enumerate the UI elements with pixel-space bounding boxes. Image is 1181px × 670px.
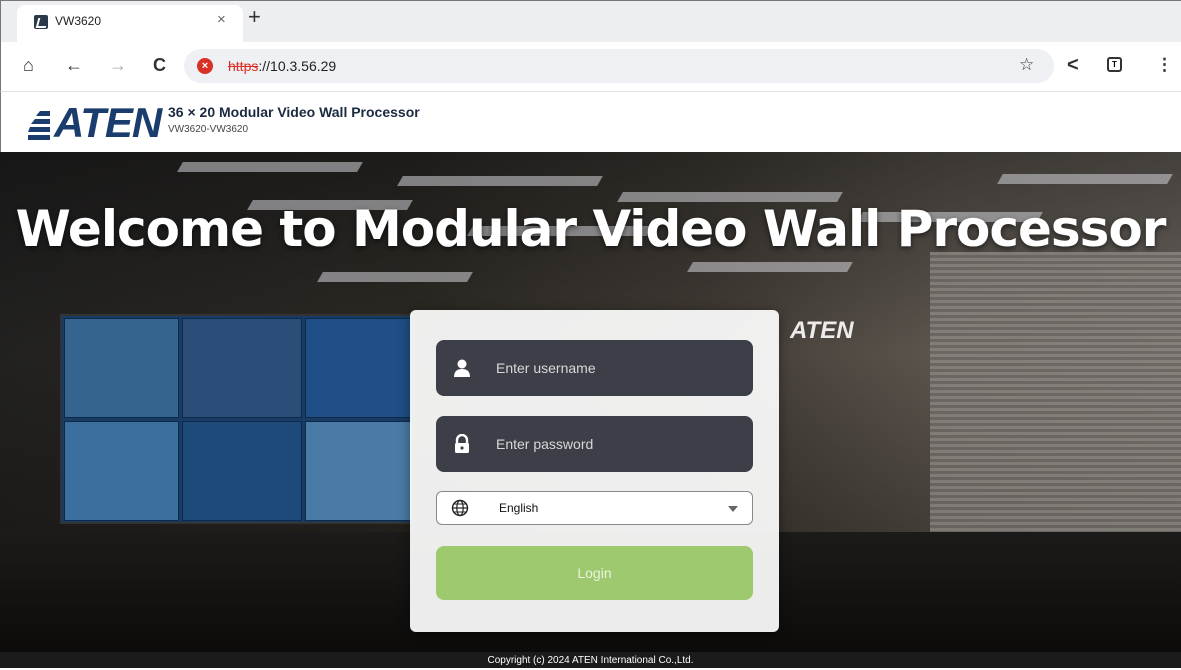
language-value: English (499, 501, 539, 515)
language-select[interactable]: English (436, 491, 753, 525)
url-text: https://10.3.56.29 (228, 58, 337, 74)
forward-button[interactable]: → (109, 54, 127, 76)
username-field[interactable] (436, 340, 753, 396)
footer-copyright: Copyright (c) 2024 ATEN International Co… (0, 652, 1181, 668)
lock-icon (455, 434, 469, 453)
browser-tab-bar: VW3620 × + (0, 0, 1181, 43)
product-subtitle: VW3620-VW3620 (168, 124, 249, 135)
login-button[interactable]: Login (436, 546, 753, 600)
share-icon[interactable]: < (1067, 54, 1079, 76)
password-input[interactable] (496, 416, 741, 472)
browser-toolbar: ⌂ ← → C × https://10.3.56.29 ☆ < T ⋮ (0, 42, 1181, 92)
home-button[interactable]: ⌂ (23, 54, 34, 76)
new-tab-button[interactable]: + (248, 6, 261, 28)
reload-button[interactable]: C (153, 54, 166, 76)
aten-logo[interactable]: ATEN (54, 101, 162, 145)
tab-title: VW3620 (55, 14, 102, 28)
not-secure-icon[interactable]: × (197, 58, 213, 74)
site-favicon-icon (34, 15, 48, 29)
browser-tab[interactable]: VW3620 × (17, 5, 243, 43)
bookmark-star-icon[interactable]: ☆ (1019, 54, 1034, 76)
browser-menu-icon[interactable]: ⋮ (1156, 54, 1173, 76)
hero-aten-sign: ATEN (790, 317, 854, 344)
username-input[interactable] (496, 340, 741, 396)
chevron-down-icon (728, 506, 738, 512)
address-bar[interactable]: × https://10.3.56.29 (184, 49, 1054, 83)
user-icon (454, 359, 470, 377)
extension-icon[interactable]: T (1107, 57, 1122, 72)
close-tab-icon[interactable]: × (217, 11, 226, 28)
app-header (0, 92, 1181, 152)
welcome-heading: Welcome to Modular Video Wall Processor (15, 200, 1167, 258)
password-field[interactable] (436, 416, 753, 472)
back-button[interactable]: ← (65, 54, 83, 76)
product-title: 36 × 20 Modular Video Wall Processor (168, 104, 420, 120)
login-form: English Login (410, 310, 779, 632)
globe-icon (451, 499, 469, 517)
